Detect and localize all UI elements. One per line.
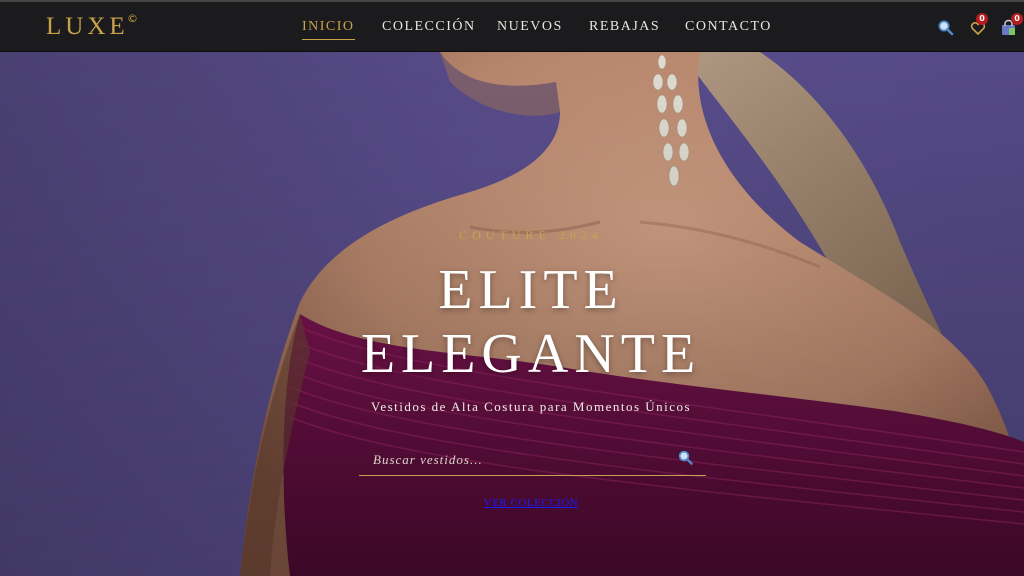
main-menu: INICIO COLECCIÓN NUEVOS REBAJAS CONTACTO	[0, 19, 1024, 41]
top-navbar: LUXE © INICIO COLECCIÓN NUEVOS REBAJAS C…	[0, 0, 1024, 52]
nav-item-coleccion[interactable]: COLECCIÓN	[382, 19, 476, 35]
nav-item-inicio[interactable]: INICIO	[302, 19, 355, 40]
cart-count-badge: 0	[1011, 13, 1023, 25]
heart-icon[interactable]: 0	[969, 13, 988, 37]
wishlist-count-badge: 0	[976, 13, 988, 25]
view-collection-link[interactable]: VER COLECCIÓN	[0, 497, 1024, 509]
hero-eyebrow: COUTURE 2024	[459, 228, 603, 242]
nav-item-rebajas[interactable]: REBAJAS	[589, 19, 660, 35]
hero-banner: COUTURE 2024 ELITE ELEGANTE Vestidos de …	[0, 52, 1024, 576]
hero-search-form	[359, 442, 706, 476]
page: LUXE © INICIO COLECCIÓN NUEVOS REBAJAS C…	[0, 0, 1024, 576]
nav-item-nuevos[interactable]: NUEVOS	[497, 19, 563, 35]
search-submit-icon[interactable]	[677, 449, 695, 467]
nav-item-contacto[interactable]: CONTACTO	[685, 19, 772, 35]
hero-content: COUTURE 2024 ELITE ELEGANTE Vestidos de …	[0, 52, 1024, 576]
hero-subtitle: Vestidos de Alta Costura para Momentos Ú…	[370, 399, 692, 414]
search-icon[interactable]	[937, 19, 955, 37]
hero-title-line-2: ELEGANTE	[360, 323, 702, 385]
hero-title-line-1: ELITE	[438, 259, 624, 321]
dress-search-input[interactable]	[373, 450, 663, 470]
shopping-bag-icon[interactable]: 0	[1000, 13, 1023, 37]
